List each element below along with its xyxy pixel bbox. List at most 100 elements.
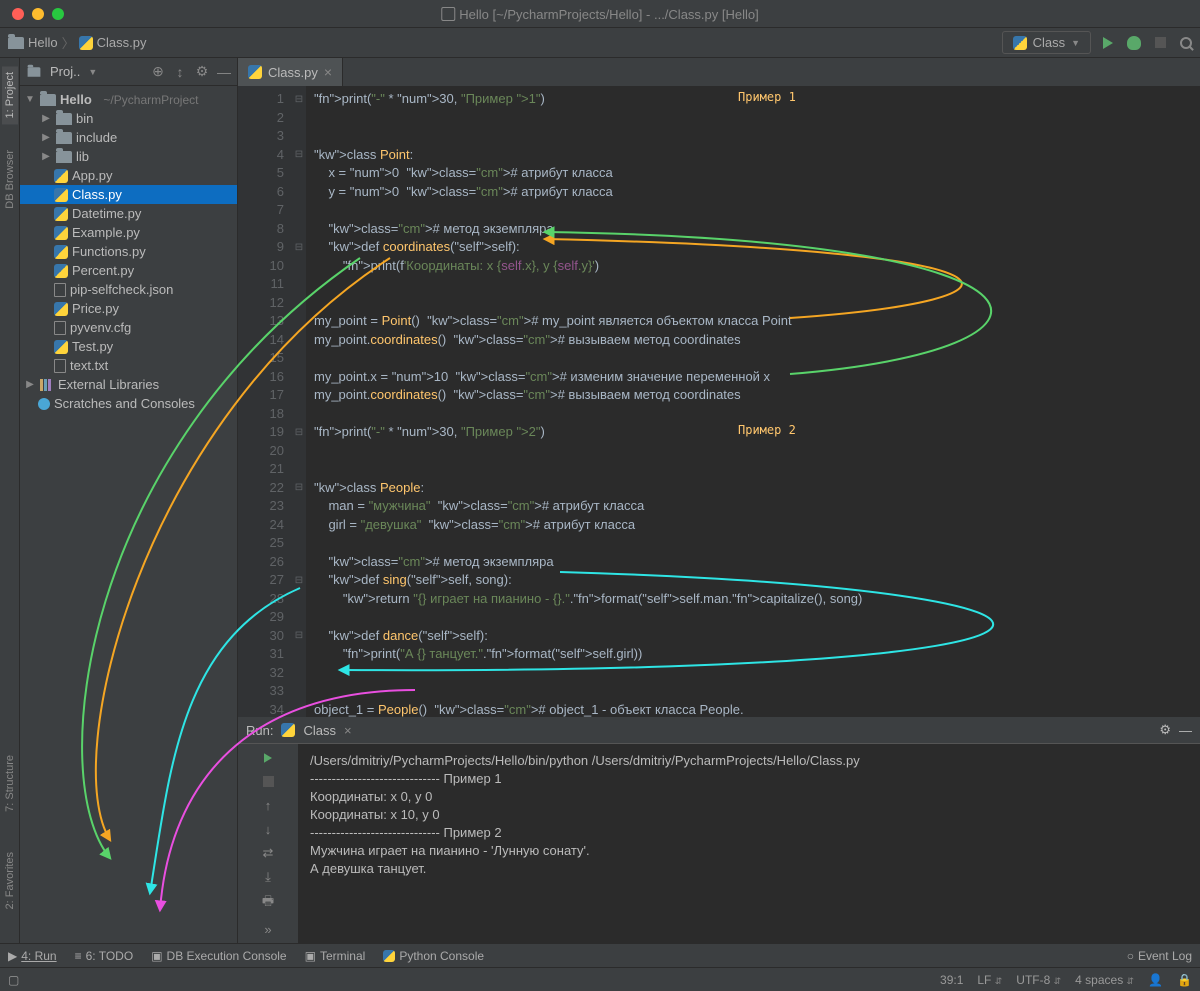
run-title: Run: (246, 723, 273, 738)
breadcrumb[interactable]: Hello 〉 Class.py (8, 33, 147, 52)
tree-folder[interactable]: ▶lib (20, 147, 237, 166)
terminal-button[interactable]: ▣ Terminal (305, 949, 366, 963)
region-label: Пример 2 (738, 423, 796, 437)
python-file-icon (54, 302, 68, 316)
file-icon (54, 283, 66, 297)
tree-root[interactable]: ▼ Hello ~/PycharmProject (20, 90, 237, 109)
python-file-icon (248, 65, 262, 79)
python-file-icon (54, 169, 68, 183)
scratches[interactable]: Scratches and Consoles (20, 394, 237, 413)
left-tab-strip: 1: Project DB Browser 7: Structure 2: Fa… (0, 58, 20, 943)
run-tab-label[interactable]: Class (303, 723, 336, 738)
project-tool-tab[interactable]: 1: Project (2, 66, 18, 124)
tree-file[interactable]: text.txt (20, 356, 237, 375)
inspection-icon[interactable]: 👤 (1148, 973, 1163, 987)
python-file-icon (54, 340, 68, 354)
python-file-icon (54, 264, 68, 278)
status-bar: ▢ 39:1 LF ⇵ UTF-8 ⇵ 4 spaces ⇵ 👤 🔒 (0, 967, 1200, 991)
folder-icon (28, 67, 41, 77)
zoom-window-button[interactable] (52, 8, 64, 20)
scratch-icon (38, 398, 50, 410)
tree-file[interactable]: Datetime.py (20, 204, 237, 223)
fold-gutter[interactable]: ⊟⊟⊟⊟⊟⊟⊟ (292, 86, 306, 717)
lock-icon[interactable]: 🔒 (1177, 973, 1192, 987)
folder-icon (56, 151, 72, 163)
tree-file[interactable]: pyvenv.cfg (20, 318, 237, 337)
soft-wrap-icon[interactable]: ⇄ (258, 845, 278, 861)
favorites-tab[interactable]: 2: Favorites (2, 846, 18, 915)
expand-all-icon[interactable]: ↕ (173, 65, 187, 79)
python-icon (281, 723, 295, 737)
tree-folder[interactable]: ▶include (20, 128, 237, 147)
editor-area: Class.py × 12345678910111213141516171819… (238, 58, 1200, 943)
toolwindow-toggle-icon[interactable]: ▢ (8, 973, 28, 987)
code-editor[interactable]: 1234567891011121314151617181920212223242… (238, 86, 1200, 717)
panel-title: Proj.. (50, 64, 80, 79)
python-file-icon (79, 36, 93, 50)
close-tab-icon[interactable]: × (324, 64, 332, 80)
minimize-window-button[interactable] (32, 8, 44, 20)
python-file-icon (54, 245, 68, 259)
tree-file[interactable]: App.py (20, 166, 237, 185)
scroll-from-source-icon[interactable]: ⊕ (151, 65, 165, 79)
run-up-icon[interactable]: ↑ (258, 798, 278, 814)
folder-icon (56, 132, 72, 144)
file-icon (54, 321, 66, 335)
library-icon (40, 379, 54, 391)
stop-run-button[interactable] (258, 774, 278, 790)
python-file-icon (54, 207, 68, 221)
project-panel: Proj.. ▼ ⊕ ↕ ⚙ — ▼ Hello ~/PycharmProjec… (20, 58, 238, 943)
navbar: Hello 〉 Class.py Class ▼ (0, 28, 1200, 58)
more-icon[interactable]: » (258, 921, 278, 937)
search-everywhere-button[interactable] (1180, 37, 1192, 49)
tree-file[interactable]: Functions.py (20, 242, 237, 261)
stop-button[interactable] (1155, 37, 1166, 48)
print-icon[interactable]: 🖶 (258, 893, 278, 913)
todo-toolwindow-button[interactable]: ≡ 6: TODO (75, 949, 134, 963)
run-toolbar: ↑ ↓ ⇄ ⤓ 🖶 » (238, 744, 298, 943)
python-console-button[interactable]: Python Console (383, 949, 484, 963)
caret-position[interactable]: 39:1 (940, 973, 963, 987)
python-icon (1013, 36, 1027, 50)
db-browser-tab[interactable]: DB Browser (2, 144, 18, 215)
run-button[interactable] (1103, 37, 1113, 49)
line-separator[interactable]: LF ⇵ (977, 973, 1002, 987)
line-gutter[interactable]: 1234567891011121314151617181920212223242… (238, 86, 292, 717)
python-file-icon (54, 188, 68, 202)
hide-run-panel-icon[interactable]: — (1179, 723, 1192, 738)
region-label: Пример 1 (738, 90, 796, 104)
tree-file[interactable]: pip-selfcheck.json (20, 280, 237, 299)
tree-file[interactable]: Class.py (20, 185, 237, 204)
run-configuration-dropdown[interactable]: Class ▼ (1002, 31, 1091, 54)
tree-file[interactable]: Percent.py (20, 261, 237, 280)
tree-file[interactable]: Test.py (20, 337, 237, 356)
close-window-button[interactable] (12, 8, 24, 20)
close-run-tab-icon[interactable]: × (344, 723, 352, 738)
external-libraries[interactable]: ▶ External Libraries (20, 375, 237, 394)
run-panel-header: Run: Class × ⚙ — (238, 717, 1200, 743)
editor-tab[interactable]: Class.py × (238, 58, 343, 86)
hide-panel-icon[interactable]: — (217, 65, 231, 79)
run-console[interactable]: /Users/dmitriy/PycharmProjects/Hello/bin… (298, 744, 1200, 943)
rerun-button[interactable] (258, 750, 278, 766)
db-console-button[interactable]: ▣ DB Execution Console (151, 949, 286, 963)
run-gear-icon[interactable]: ⚙ (1159, 722, 1171, 738)
tree-file[interactable]: Price.py (20, 299, 237, 318)
tree-folder[interactable]: ▶bin (20, 109, 237, 128)
run-panel: ↑ ↓ ⇄ ⤓ 🖶 » /Users/dmitriy/PycharmProjec… (238, 743, 1200, 943)
file-encoding[interactable]: UTF-8 ⇵ (1016, 973, 1061, 987)
run-down-icon[interactable]: ↓ (258, 821, 278, 837)
tree-file[interactable]: Example.py (20, 223, 237, 242)
file-icon (54, 359, 66, 373)
tool-windows-bar: ▶ 4: Run ≡ 6: TODO ▣ DB Execution Consol… (0, 943, 1200, 967)
editor-tabs: Class.py × (238, 58, 1200, 86)
debug-button[interactable] (1127, 36, 1141, 50)
run-toolwindow-button[interactable]: ▶ 4: Run (8, 949, 57, 963)
scroll-to-end-icon[interactable]: ⤓ (258, 869, 278, 885)
window-title: Hello [~/PycharmProjects/Hello] - .../Cl… (441, 5, 758, 22)
gear-icon[interactable]: ⚙ (195, 65, 209, 79)
project-tree[interactable]: ▼ Hello ~/PycharmProject ▶bin▶include▶li… (20, 86, 237, 943)
indent-config[interactable]: 4 spaces ⇵ (1075, 973, 1134, 987)
structure-tab[interactable]: 7: Structure (2, 749, 18, 818)
event-log-button[interactable]: ○ Event Log (1127, 949, 1192, 963)
